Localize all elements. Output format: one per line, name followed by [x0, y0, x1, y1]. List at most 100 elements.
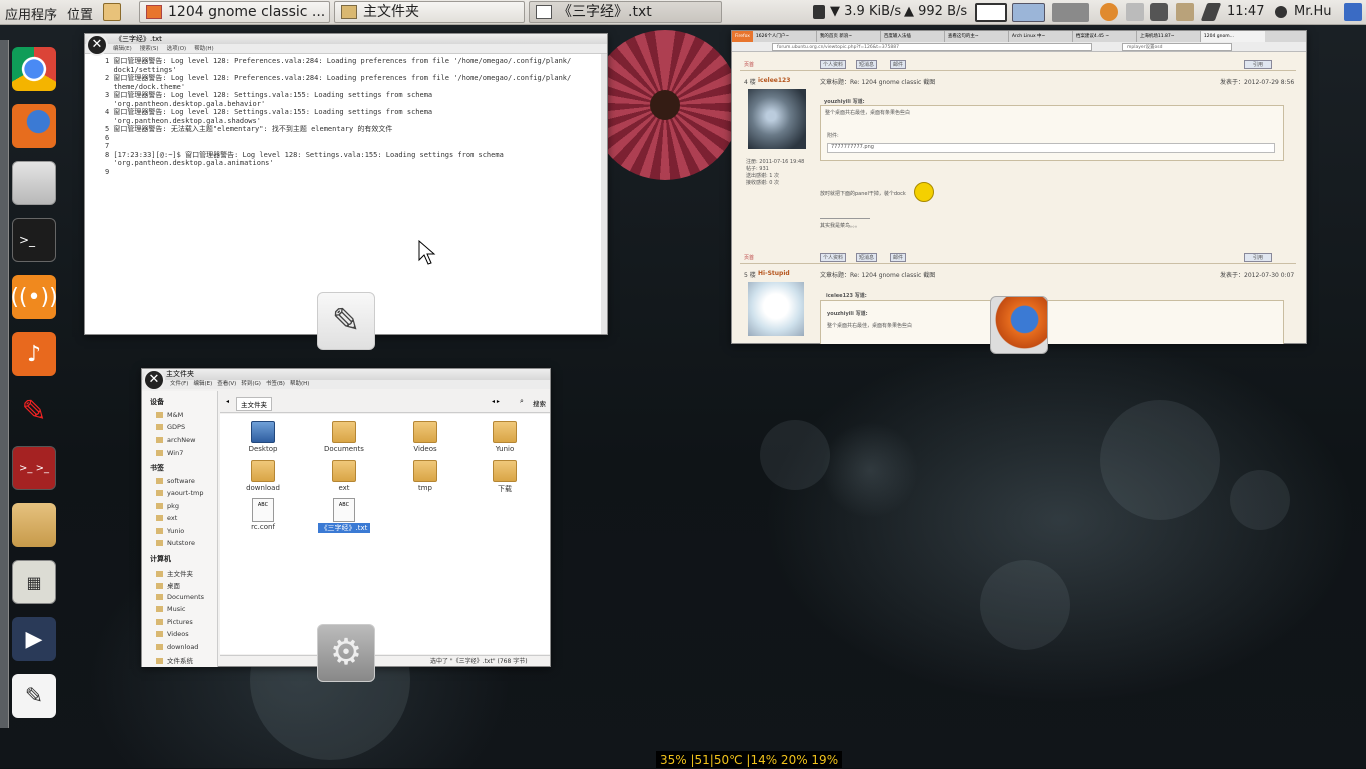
quote-button[interactable]: 引用	[1244, 253, 1273, 262]
file-label[interactable]: 下载	[475, 484, 535, 494]
file-label-selected[interactable]: 《三字经》.txt	[318, 523, 370, 533]
url-bar[interactable]: forum.ubuntu.org.cn/viewtopic.php?f=126&…	[772, 43, 1092, 51]
sidebar-item[interactable]: Music	[156, 605, 186, 613]
downloads-folder-icon[interactable]	[493, 460, 517, 482]
text-editor-icon[interactable]: ✎	[12, 674, 56, 718]
tmp-folder-icon[interactable]	[413, 460, 437, 482]
keyboard-icon[interactable]	[1126, 3, 1144, 21]
files-icon[interactable]	[12, 161, 56, 205]
dual-terminal-icon[interactable]: >_ >_	[12, 446, 56, 490]
pen-icon[interactable]	[1200, 3, 1222, 21]
yunio-folder-icon[interactable]	[493, 421, 517, 443]
sidebar-item[interactable]: Videos	[156, 630, 189, 638]
file-manager-window[interactable]: 主文件夹 文件(F) 编辑(E) 查看(V) 转到(G) 书签(B) 帮助(H)…	[141, 368, 551, 667]
browser-tab[interactable]: Arch Linux 中~	[1009, 31, 1073, 42]
menu-view[interactable]: 查看(V)	[217, 380, 236, 389]
menu-file[interactable]: 文件(F)	[170, 380, 188, 389]
menu-edit[interactable]: 编辑(E)	[193, 380, 212, 389]
browser-tab[interactable]: 我的首页 新浪~	[817, 31, 881, 42]
search-label[interactable]: 搜索	[533, 398, 546, 408]
location-crumb[interactable]: 主文件夹	[236, 397, 272, 411]
user-name[interactable]: Mr.Hu	[1294, 4, 1332, 19]
text-file-icon[interactable]: ABC	[252, 498, 274, 522]
file-label[interactable]: Desktop	[233, 445, 293, 453]
file-label[interactable]: Yunio	[475, 445, 535, 453]
email-button[interactable]: 邮件	[890, 60, 907, 69]
file-label[interactable]: tmp	[395, 484, 455, 492]
back-arrow-icon[interactable]: ◂	[226, 398, 229, 405]
menu-options[interactable]: 选项(O)	[167, 44, 187, 53]
menu-help[interactable]: 帮助(H)	[290, 380, 309, 389]
post-username[interactable]: icelee123	[758, 77, 790, 84]
sidebar-item[interactable]: archNew	[156, 436, 195, 444]
ext-folder-icon[interactable]	[332, 460, 356, 482]
attachment-file[interactable]: 7777777777.png	[827, 143, 1275, 153]
quote-button[interactable]: 引用	[1244, 60, 1273, 69]
sidebar-item[interactable]: Nutstore	[156, 539, 195, 547]
pm-button[interactable]: 短消息	[856, 60, 878, 69]
sidebar-item[interactable]: download	[156, 643, 198, 651]
clipboard-icon[interactable]	[1176, 3, 1194, 21]
sidebar-item[interactable]: 文件系统	[156, 655, 193, 665]
home-folder-icon[interactable]	[12, 503, 56, 547]
sidebar-item[interactable]: Pictures	[156, 618, 193, 626]
profile-button[interactable]: 个人资料	[820, 253, 847, 262]
profile-button[interactable]: 个人资料	[820, 60, 847, 69]
sidebar-item[interactable]: ext	[156, 514, 177, 522]
search-input[interactable]: mplayer设置osd	[1122, 43, 1232, 51]
sidebar-item[interactable]: Documents	[156, 593, 204, 601]
browser-tab[interactable]: 查看这句的主~	[945, 31, 1009, 42]
text-file-icon[interactable]: ABC	[333, 498, 355, 522]
page-top-link[interactable]: 页首	[744, 254, 754, 261]
menu-help[interactable]: 帮助(H)	[194, 44, 213, 53]
file-label[interactable]: ext	[314, 484, 374, 492]
network-icon[interactable]: ((•))	[10, 275, 58, 319]
browser-tab-active[interactable]: 1204 gnom...	[1200, 31, 1265, 42]
clock[interactable]: 11:47	[1227, 4, 1264, 19]
volume-icon[interactable]	[1150, 3, 1168, 21]
sidebar-item[interactable]: yaourt-tmp	[156, 489, 204, 497]
window-titlebar[interactable]: 《三字经》.txt	[85, 34, 607, 44]
file-label[interactable]: Documents	[314, 445, 374, 453]
terminal-icon[interactable]: >_	[12, 218, 56, 262]
sidebar-item[interactable]: M&M	[156, 411, 183, 419]
sidebar-item[interactable]: Win7	[156, 449, 183, 457]
download-folder-icon[interactable]	[251, 460, 275, 482]
task-home-folder[interactable]: 主文件夹	[334, 1, 525, 23]
video-icon[interactable]: ▶	[12, 617, 56, 661]
menu-go[interactable]: 转到(G)	[241, 380, 261, 389]
workspace-switcher-icon[interactable]	[1344, 3, 1362, 21]
close-editor-button[interactable]: ✕	[86, 34, 108, 56]
close-files-button[interactable]: ✕	[143, 369, 165, 391]
email-button[interactable]: 邮件	[890, 253, 907, 262]
update-icon[interactable]	[1100, 3, 1118, 21]
workspace-2[interactable]	[1012, 3, 1045, 22]
sidebar-item[interactable]: Yunio	[156, 527, 184, 535]
scrollbar[interactable]	[601, 54, 607, 334]
task-text-editor[interactable]: 《三字经》.txt	[529, 1, 722, 23]
show-desktop-icon[interactable]	[103, 3, 121, 21]
firefox-menu-button[interactable]: Firefox	[732, 31, 753, 42]
calculator-icon[interactable]: ▦	[12, 560, 56, 604]
post-username[interactable]: Hi-Stupid	[758, 270, 790, 277]
chrome-icon[interactable]	[12, 47, 56, 91]
workspace-1[interactable]	[975, 3, 1007, 22]
sidebar-item[interactable]: pkg	[156, 502, 179, 510]
sidebar-item[interactable]: 桌面	[156, 580, 180, 590]
pm-button[interactable]: 短消息	[856, 253, 878, 262]
applications-menu[interactable]: 应用程序	[5, 4, 57, 23]
sidebar-item[interactable]: software	[156, 477, 195, 485]
text-editor-window[interactable]: 《三字经》.txt 编辑(E) 搜索(S) 选项(O) 帮助(H) 1 窗口管理…	[84, 33, 608, 335]
documents-folder-icon[interactable]	[332, 421, 356, 443]
sidebar-item[interactable]: GDPS	[156, 423, 185, 431]
menu-edit[interactable]: 编辑(E)	[113, 44, 132, 53]
editor-text-area[interactable]: 1 窗口管理器警告: Log level 128: Preferences.va…	[85, 54, 607, 176]
browser-tab[interactable]: 档案建议4.45 ~	[1073, 31, 1137, 42]
videos-folder-icon[interactable]	[413, 421, 437, 443]
menu-bookmarks[interactable]: 书签(B)	[266, 380, 285, 389]
sidebar-item[interactable]: 主文件夹	[156, 568, 193, 578]
browser-tab[interactable]: 上海机场11.87~	[1137, 31, 1201, 42]
music-icon[interactable]: ♪	[12, 332, 56, 376]
window-titlebar[interactable]: 主文件夹	[142, 369, 550, 380]
page-top-link[interactable]: 页首	[744, 61, 754, 68]
